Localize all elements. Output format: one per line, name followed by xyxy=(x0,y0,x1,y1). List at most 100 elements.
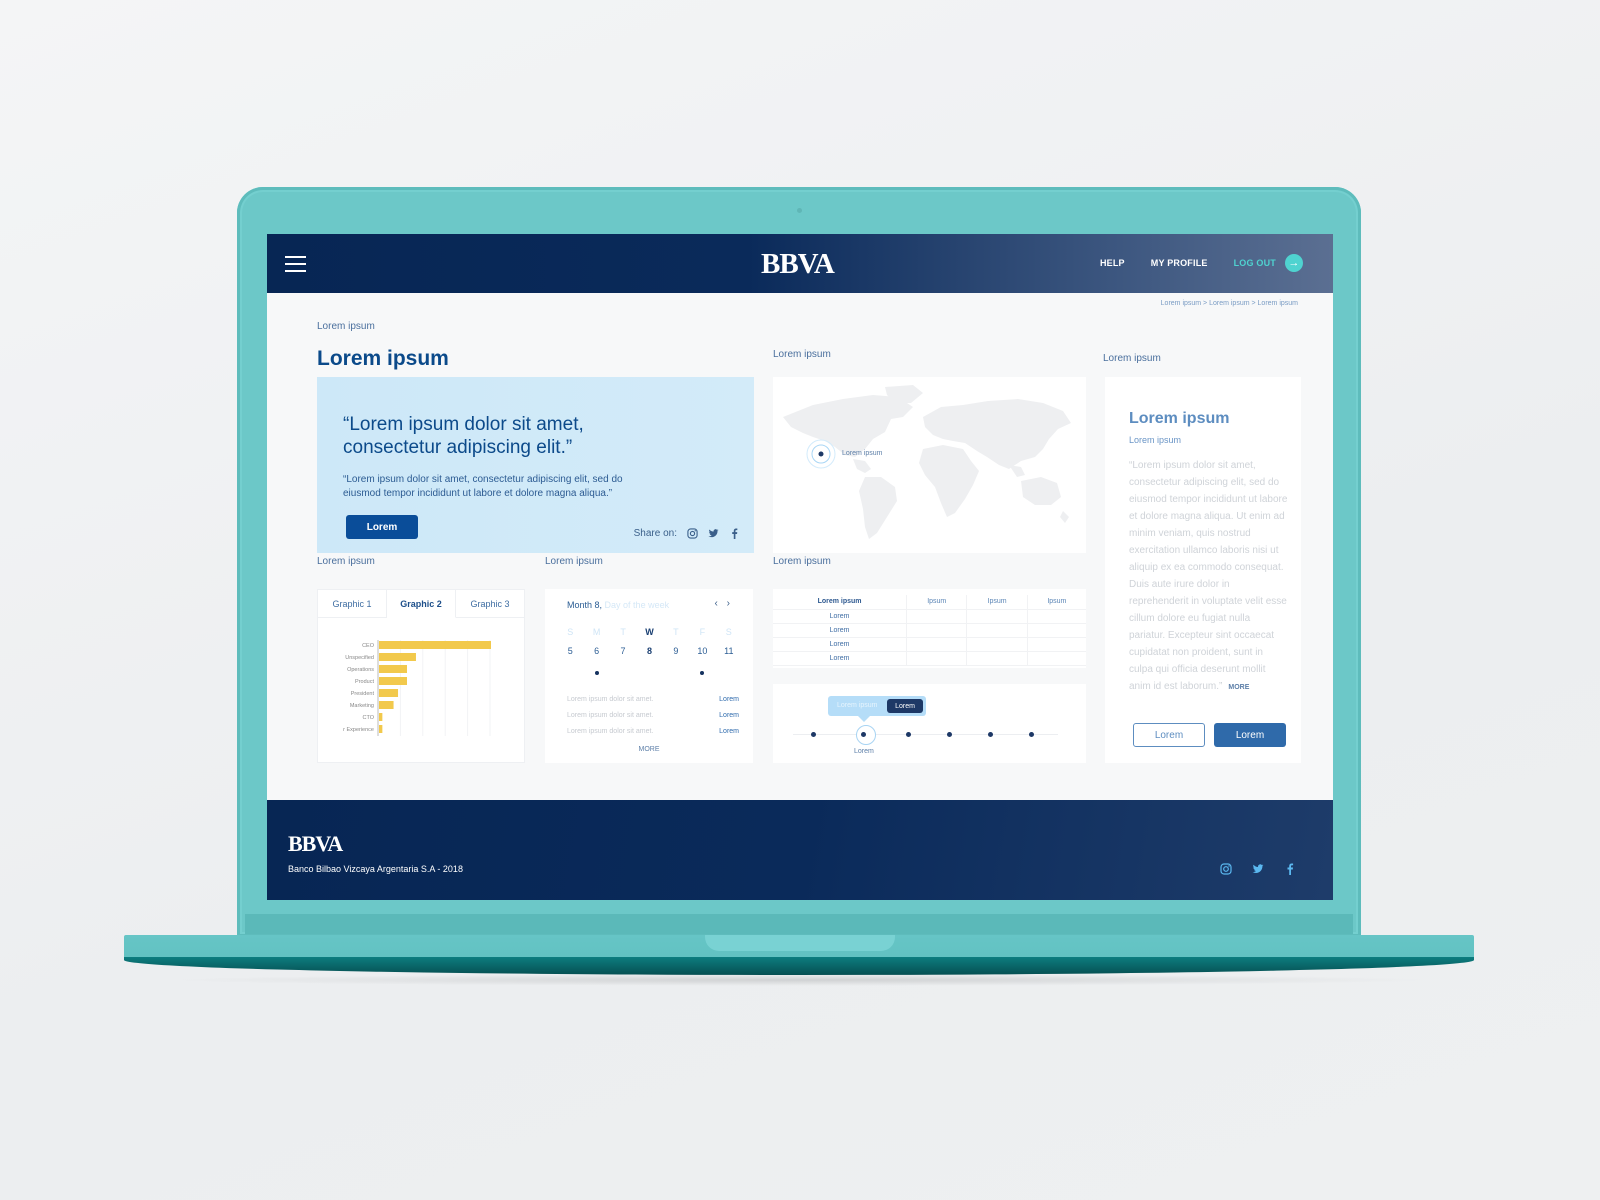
facebook-icon[interactable] xyxy=(1284,863,1296,875)
twitter-icon[interactable] xyxy=(708,528,719,539)
table-cell xyxy=(1027,623,1086,638)
screen: BBVA HELP MY PROFILE LOG OUT → Lorem ips… xyxy=(267,234,1333,900)
table-header-cell[interactable]: Ipsum xyxy=(906,595,968,610)
calendar-weekday: T xyxy=(673,627,679,637)
calendar-day[interactable]: 6 xyxy=(583,646,609,656)
hero-button[interactable]: Lorem xyxy=(346,515,418,539)
calendar-card: Month 8, Day of the week ‹ › S M T W T F S 5678… xyxy=(545,589,753,763)
laptop-base-lip xyxy=(124,957,1474,975)
table-row[interactable]: Lorem xyxy=(773,609,1086,624)
instagram-icon[interactable] xyxy=(687,528,698,539)
calendar-weekday-hint: Day of the week xyxy=(604,600,670,610)
article-more-link[interactable]: MORE xyxy=(1228,684,1249,691)
table-cell xyxy=(966,637,1028,652)
slider-step[interactable] xyxy=(811,732,816,737)
calendar-dot-cell xyxy=(636,671,662,676)
slider-step-selected[interactable] xyxy=(861,732,866,737)
share-label: Share on: xyxy=(633,528,677,539)
article-body: “Lorem ipsum dolor sit amet, consectetur… xyxy=(1129,457,1289,696)
tab-graphic-1[interactable]: Graphic 1 xyxy=(318,590,387,617)
calendar-events: Lorem ipsum dolor sit amet. Lorem Lorem ip… xyxy=(567,691,739,739)
table-row[interactable]: Lorem xyxy=(773,637,1086,652)
laptop-notch xyxy=(705,935,895,951)
calendar-day[interactable]: 10 xyxy=(689,646,715,656)
table-body: Lorem Lorem Lorem Lorem xyxy=(773,609,1086,666)
slider-step[interactable] xyxy=(988,732,993,737)
tab-graphic-3[interactable]: Graphic 3 xyxy=(456,590,524,617)
table-cell: Lorem xyxy=(773,637,908,652)
calendar-header: Month 8, Day of the week xyxy=(567,600,669,610)
article-secondary-button[interactable]: Lorem xyxy=(1133,723,1205,747)
tab-graphic-2[interactable]: Graphic 2 xyxy=(387,590,456,618)
map-marker-label[interactable]: Lorem ipsum xyxy=(842,450,882,457)
tooltip-text: Lorem ipsum xyxy=(837,702,878,709)
top-navigation-bar: BBVA HELP MY PROFILE LOG OUT → xyxy=(267,234,1333,293)
calendar-day[interactable]: 9 xyxy=(663,646,689,656)
calendar-day[interactable]: 11 xyxy=(716,646,742,656)
calendar-day[interactable]: 5 xyxy=(557,646,583,656)
calendar-grid: S M T W T F S 5 6 7 8 9 10 11 xyxy=(557,627,742,656)
bbva-logo[interactable]: BBVA xyxy=(761,248,835,281)
map-section-label: Lorem ipsum xyxy=(773,349,831,360)
breadcrumb[interactable]: Lorem ipsum > Lorem ipsum > Lorem ipsum xyxy=(1161,300,1298,307)
nav-my-profile[interactable]: MY PROFILE xyxy=(1151,258,1208,268)
calendar-day[interactable]: 8 xyxy=(636,646,662,656)
calendar-more-link[interactable]: MORE xyxy=(545,746,753,753)
table-row[interactable]: Lorem xyxy=(773,651,1086,666)
calendar-event-row: Lorem ipsum dolor sit amet. Lorem xyxy=(567,707,739,723)
facebook-icon[interactable] xyxy=(729,528,740,539)
logout-label: LOG OUT xyxy=(1233,258,1276,268)
chart-category-label: CEO xyxy=(362,643,375,649)
instagram-icon[interactable] xyxy=(1220,863,1232,875)
hero-body: “Lorem ipsum dolor sit amet, consectetur… xyxy=(343,474,623,499)
slider-selected-ring[interactable] xyxy=(856,725,876,745)
laptop-shadow xyxy=(160,974,1440,986)
slider-track[interactable] xyxy=(793,734,1058,735)
slider-step[interactable] xyxy=(906,732,911,737)
table-header-cell[interactable]: Ipsum xyxy=(966,595,1028,610)
hero-quote: “Lorem ipsum dolor sit amet, consectetur… xyxy=(343,414,584,458)
chart-bar[interactable] xyxy=(379,713,383,721)
calendar-dot-cell xyxy=(716,671,742,676)
footer-logo[interactable]: BBVA xyxy=(288,831,343,857)
slider-step[interactable] xyxy=(947,732,952,737)
table-header-cell[interactable]: Lorem ipsum xyxy=(773,595,908,610)
chart-bar[interactable] xyxy=(379,641,491,649)
chart-category-label: Unspecified xyxy=(345,655,374,661)
nav-help[interactable]: HELP xyxy=(1100,258,1125,268)
hamburger-menu-icon[interactable] xyxy=(285,256,306,273)
calendar-weekday: M xyxy=(592,627,601,637)
article-primary-button[interactable]: Lorem xyxy=(1214,723,1286,747)
event-link[interactable]: Lorem xyxy=(719,696,739,703)
chart-category-label: CTO xyxy=(362,715,374,721)
event-text: Lorem ipsum dolor sit amet. xyxy=(567,695,654,703)
table-cell: Lorem xyxy=(773,609,908,624)
chart-category-label: Operations xyxy=(347,667,374,673)
page-title: Lorem ipsum xyxy=(317,347,449,370)
twitter-icon[interactable] xyxy=(1252,863,1264,875)
calendar-event-dots xyxy=(557,671,742,676)
chart-bar[interactable] xyxy=(379,653,416,661)
chart-bar[interactable] xyxy=(379,701,394,709)
world-map xyxy=(783,385,1071,539)
calendar-nav-arrows[interactable]: ‹ › xyxy=(715,598,733,609)
slider-selected-label: Lorem xyxy=(854,748,874,755)
calendar-dot-cell xyxy=(689,671,715,676)
calendar-day[interactable]: 7 xyxy=(610,646,636,656)
chart-bar[interactable] xyxy=(379,689,399,697)
chart-bar[interactable] xyxy=(379,725,383,733)
chart-bar[interactable] xyxy=(379,677,407,685)
table-row[interactable]: Lorem xyxy=(773,623,1086,638)
nav-logout[interactable]: LOG OUT → xyxy=(1234,254,1303,272)
article-subtitle: Lorem ipsum xyxy=(1129,435,1182,445)
event-link[interactable]: Lorem xyxy=(719,728,739,735)
calendar-weekday: W xyxy=(645,627,654,637)
event-link[interactable]: Lorem xyxy=(719,712,739,719)
calendar-weekday: S xyxy=(725,627,732,637)
chart-bar[interactable] xyxy=(379,665,407,673)
page-overline: Lorem ipsum xyxy=(317,321,375,332)
table-header-cell[interactable]: Ipsum xyxy=(1027,595,1086,610)
tooltip-button[interactable]: Lorem xyxy=(887,699,923,713)
calendar-dot-cell xyxy=(583,671,609,676)
slider-step[interactable] xyxy=(1029,732,1034,737)
